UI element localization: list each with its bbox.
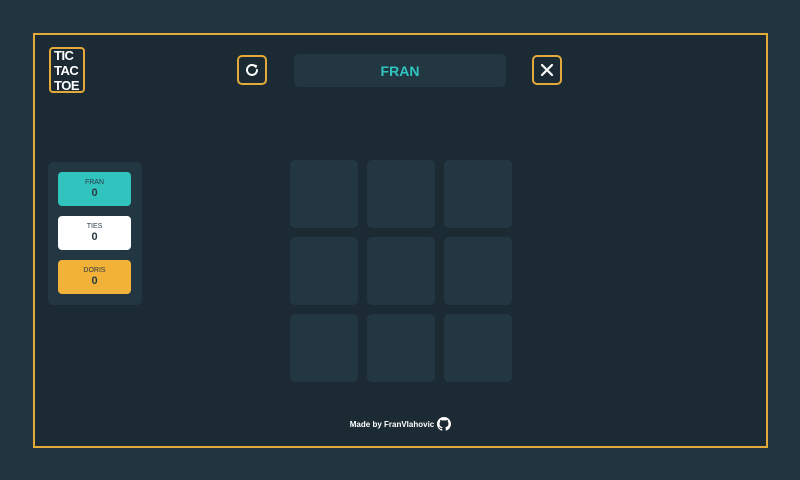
score-value: 0 bbox=[91, 275, 98, 287]
game-frame: TIC TAC TOE FRAN FRAN 0 TIES 0 DORIS 0 M… bbox=[33, 33, 768, 448]
score-card-doris: DORIS 0 bbox=[58, 260, 131, 294]
board-cell-2[interactable] bbox=[367, 160, 435, 228]
score-value: 0 bbox=[91, 187, 98, 199]
score-name: TIES bbox=[86, 223, 103, 230]
logo-line-2: TAC bbox=[54, 62, 79, 78]
close-button[interactable] bbox=[532, 55, 562, 85]
logo-line-1: TIC bbox=[54, 47, 74, 63]
game-board bbox=[290, 160, 512, 382]
github-icon[interactable] bbox=[437, 417, 452, 431]
footer-credit: Made by FranVlahovic bbox=[349, 419, 435, 429]
board-cell-9[interactable] bbox=[444, 314, 512, 382]
board-cell-3[interactable] bbox=[444, 160, 512, 228]
footer: Made by FranVlahovic bbox=[35, 417, 766, 431]
close-icon bbox=[540, 63, 554, 77]
board-cell-6[interactable] bbox=[444, 237, 512, 305]
score-card-ties: TIES 0 bbox=[58, 216, 131, 250]
logo-line-3: TOE bbox=[54, 77, 80, 93]
score-name: DORIS bbox=[83, 267, 106, 274]
board-cell-4[interactable] bbox=[290, 237, 358, 305]
current-turn-name: FRAN bbox=[380, 62, 420, 79]
current-turn-display: FRAN bbox=[294, 54, 506, 87]
restart-icon bbox=[246, 63, 258, 76]
board-cell-5[interactable] bbox=[367, 237, 435, 305]
score-card-fran: FRAN 0 bbox=[58, 172, 131, 206]
restart-button[interactable] bbox=[237, 55, 267, 85]
tic-tac-toe-logo: TIC TAC TOE bbox=[49, 47, 85, 93]
board-cell-1[interactable] bbox=[290, 160, 358, 228]
scoreboard: FRAN 0 TIES 0 DORIS 0 bbox=[48, 162, 142, 305]
board-cell-7[interactable] bbox=[290, 314, 358, 382]
score-name: FRAN bbox=[84, 179, 105, 186]
score-value: 0 bbox=[91, 231, 98, 243]
board-cell-8[interactable] bbox=[367, 314, 435, 382]
